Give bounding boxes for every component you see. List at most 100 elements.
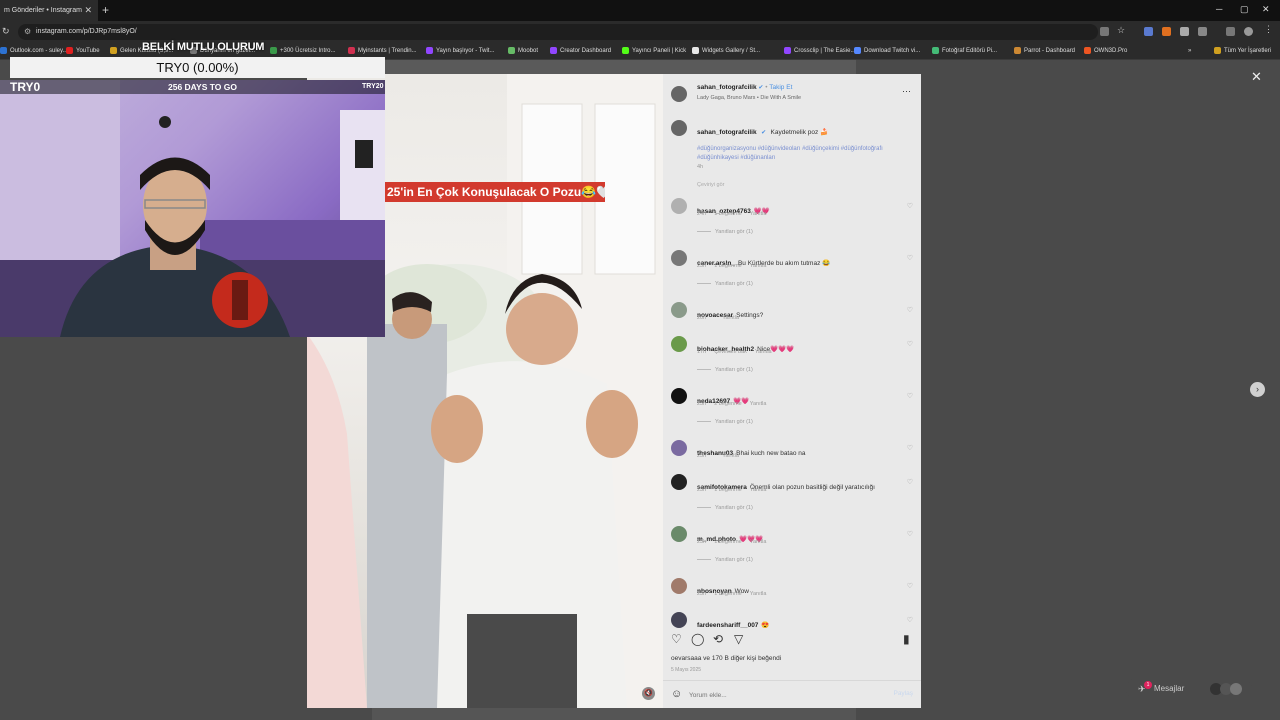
save-icon[interactable]: ▮: [903, 632, 910, 646]
minimize-icon[interactable]: ─: [1216, 4, 1222, 14]
commenter-avatar[interactable]: [671, 250, 687, 266]
close-window-icon[interactable]: ✕: [1262, 4, 1270, 15]
comment-likes[interactable]: 1 beğenme: [714, 539, 742, 545]
all-bookmarks-button[interactable]: Tüm Yer İşaretleri: [1214, 43, 1271, 60]
commenter-avatar[interactable]: [671, 440, 687, 456]
comment-like-icon[interactable]: ♡: [907, 306, 913, 314]
commenter-avatar[interactable]: [671, 612, 687, 628]
comment-like-icon[interactable]: ♡: [907, 340, 913, 348]
comment-like-icon[interactable]: ♡: [907, 444, 913, 452]
comment-like-icon[interactable]: ♡: [907, 582, 913, 590]
comment-time: 20h: [697, 315, 707, 321]
caption-username[interactable]: sahan_fotografcilik: [697, 129, 757, 136]
url-text: instagram.com/p/DJRp7msl8yO/: [36, 28, 137, 35]
comment-like-icon[interactable]: ♡: [907, 202, 913, 210]
comment-meta: 24h 1 beğenme Yanıtla: [697, 211, 774, 217]
mute-icon[interactable]: 🔇: [642, 687, 655, 700]
follow-button[interactable]: Takip Et: [769, 84, 792, 91]
star-icon[interactable]: ☆: [1117, 25, 1126, 35]
comment-item: hasan_oztep4763 💗💗 24h 1 beğenme Yanıtla ♡ Yan…: [663, 198, 921, 238]
comment-likes[interactable]: 2 beğenme: [714, 401, 742, 407]
view-replies-link[interactable]: Yanıtları gör (1): [697, 505, 753, 511]
comment-like-icon[interactable]: ♡: [907, 392, 913, 400]
site-info-icon[interactable]: ⚙: [24, 24, 31, 40]
comment-like-icon[interactable]: ♡: [907, 478, 913, 486]
author-username[interactable]: sahan_fotografcilik: [697, 84, 757, 91]
bookmark-item[interactable]: Widgets Gallery / St...: [692, 43, 760, 60]
comment-icon[interactable]: ◯: [691, 632, 704, 646]
media-icon[interactable]: [1226, 27, 1235, 36]
reload-icon[interactable]: ↻: [2, 26, 10, 37]
extension-icon[interactable]: [1162, 27, 1171, 36]
next-post-icon[interactable]: ›: [1250, 382, 1265, 397]
bookmark-item[interactable]: Download Twitch vi...: [854, 43, 920, 60]
bookmark-label: Fotoğraf Editörü Pi...: [942, 48, 998, 54]
comment-reply[interactable]: Yanıtla: [750, 263, 767, 269]
new-tab-icon[interactable]: +: [102, 3, 109, 17]
comment-reply[interactable]: Yanıtla: [750, 487, 767, 493]
comment-reply[interactable]: Yanıtla: [750, 401, 767, 407]
messages-button[interactable]: ✈ 1 Mesajlar: [1126, 678, 1252, 700]
comment-time: 23h: [697, 401, 707, 407]
comment-reply[interactable]: Yanıtla: [722, 453, 739, 459]
view-replies-link[interactable]: Yanıtları gör (1): [697, 367, 753, 373]
comment-reply[interactable]: Yanıtla: [722, 315, 739, 321]
bookmark-item[interactable]: Crossclip | The Easie...: [784, 43, 855, 60]
maximize-icon[interactable]: ▢: [1240, 4, 1249, 15]
bookmark-item[interactable]: Fotoğraf Editörü Pi...: [932, 43, 997, 60]
bookmark-item[interactable]: Moobot: [508, 43, 538, 60]
comment-likes[interactable]: Çevirisini bak: [714, 349, 747, 355]
author-avatar[interactable]: [671, 86, 687, 102]
commenter-avatar[interactable]: [671, 198, 687, 214]
bookmark-item[interactable]: OWN3D.Pro: [1084, 43, 1127, 60]
share-icon[interactable]: ⟲: [713, 632, 723, 646]
comment-reply[interactable]: Yanıtla: [750, 539, 767, 545]
close-modal-icon[interactable]: ✕: [1251, 69, 1262, 85]
menu-icon[interactable]: ⋮: [1264, 24, 1273, 34]
view-replies-link[interactable]: Yanıtları gör (1): [697, 281, 753, 287]
install-icon[interactable]: [1100, 27, 1109, 36]
commenter-avatar[interactable]: [671, 578, 687, 594]
likes-count[interactable]: oevarsaaa ve 170 B diğer kişi beğendi: [671, 655, 781, 662]
address-bar[interactable]: ⚙ instagram.com/p/DJRp7msl8yO/: [18, 24, 1098, 40]
close-tab-icon[interactable]: ✕: [84, 0, 92, 21]
comment-reply[interactable]: Yanıtla: [755, 349, 772, 355]
extension-icon[interactable]: [1144, 27, 1153, 36]
comment-likes[interactable]: 1 beğenme: [714, 211, 742, 217]
bookmark-item[interactable]: Creator Dashboard: [550, 43, 611, 60]
emoji-icon[interactable]: ☺: [671, 688, 682, 700]
see-translation-link[interactable]: Çeviriyi gör: [697, 182, 725, 188]
song-info[interactable]: Lady Gaga, Bruno Mars • Die With A Smile: [697, 95, 801, 101]
view-replies-link[interactable]: Yanıtları gör (1): [697, 557, 753, 563]
commenter-avatar[interactable]: [671, 388, 687, 404]
caption-avatar[interactable]: [671, 120, 687, 136]
more-options-icon[interactable]: ⋯: [902, 86, 911, 97]
comment-likes[interactable]: 1 beğenme: [714, 487, 742, 493]
commenter-avatar[interactable]: [671, 336, 687, 352]
caption-hashtags[interactable]: #düğünorganizasyonu #düğünvideoları #düğ…: [697, 145, 909, 163]
commenter-avatar[interactable]: [671, 474, 687, 490]
comment-input[interactable]: [689, 689, 869, 701]
commenter-avatar[interactable]: [671, 302, 687, 318]
tab-instagram[interactable]: m Gönderiler • Instagram ✕: [0, 0, 98, 21]
extension-icon[interactable]: [1180, 27, 1189, 36]
view-replies-link[interactable]: Yanıtları gör (1): [697, 229, 753, 235]
commenter-avatar[interactable]: [671, 526, 687, 542]
bookmarks-overflow-button[interactable]: »: [1188, 43, 1191, 60]
comment-reply[interactable]: Yanıtla: [750, 591, 767, 597]
comment-like-icon[interactable]: ♡: [907, 616, 913, 624]
view-replies-link[interactable]: Yanıtları gör (1): [697, 419, 753, 425]
comment-like-icon[interactable]: ♡: [907, 254, 913, 262]
bookmark-item[interactable]: Parrot - Dashboard: [1014, 43, 1075, 60]
post-comment-button[interactable]: Paylaş: [893, 690, 913, 697]
bookmark-item[interactable]: Yayın başlıyor - Twit...: [426, 43, 494, 60]
extensions-puzzle-icon[interactable]: [1198, 27, 1207, 36]
comment-like-icon[interactable]: ♡: [907, 530, 913, 538]
comment-likes[interactable]: 1 beğenme: [714, 263, 742, 269]
comment-reply[interactable]: Yanıtla: [750, 211, 767, 217]
bookmark-item[interactable]: Yayıncı Paneli | Kick: [622, 43, 686, 60]
like-icon[interactable]: ♡: [671, 632, 682, 646]
profile-avatar[interactable]: [1244, 27, 1253, 36]
comment-likes[interactable]: 1 beğenme: [714, 591, 742, 597]
send-icon[interactable]: ▽: [734, 632, 743, 646]
